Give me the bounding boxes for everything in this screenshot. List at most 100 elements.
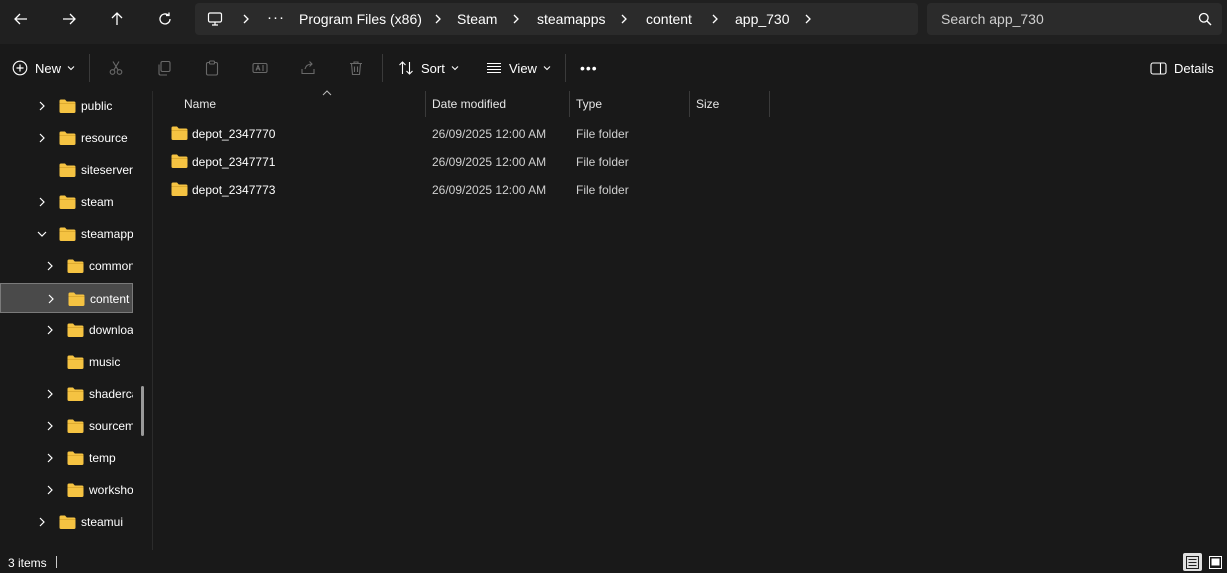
chevron-down-icon	[543, 66, 551, 71]
address-row: ··· Program Files (x86) Steam steamapps …	[0, 0, 1227, 44]
details-button[interactable]: Details	[1150, 56, 1214, 80]
tree-item-temp[interactable]: temp	[0, 443, 150, 473]
breadcrumb-item-program-files[interactable]: Program Files (x86)	[299, 11, 422, 27]
tree-item-steam[interactable]: steam	[0, 187, 150, 217]
folder-icon	[67, 387, 84, 401]
toolbar-divider	[382, 54, 383, 82]
navigation-pane[interactable]: steamui workshop temp sourcemods shadercache…	[0, 91, 153, 550]
chevron-right-icon[interactable]	[45, 389, 55, 399]
column-header-type-label: Type	[576, 97, 603, 111]
folder-icon	[67, 259, 84, 273]
details-label: Details	[1174, 60, 1214, 76]
file-date-modified: 26/09/2025 12:00 AM	[432, 127, 547, 141]
delete-button[interactable]	[348, 56, 364, 80]
share-button[interactable]	[300, 56, 316, 80]
chevron-right-icon[interactable]	[803, 14, 813, 24]
view-list-icon	[487, 62, 501, 74]
new-button[interactable]: New	[12, 56, 75, 80]
chevron-right-icon[interactable]	[511, 14, 521, 24]
tree-item-label: downloading	[89, 323, 133, 337]
cut-button[interactable]	[108, 56, 124, 80]
tree-item-workshop[interactable]: workshop	[0, 475, 150, 505]
tree-item-sourcemods[interactable]: sourcemods	[0, 411, 150, 441]
up-button[interactable]	[102, 5, 132, 33]
chevron-right-icon[interactable]	[45, 325, 55, 335]
column-header-date-label: Date modified	[432, 97, 507, 111]
paste-button[interactable]	[204, 56, 220, 80]
breadcrumb-item-content[interactable]: content	[646, 11, 692, 27]
chevron-right-icon[interactable]	[37, 101, 47, 111]
chevron-right-icon[interactable]	[45, 485, 55, 495]
file-name: depot_2347773	[192, 183, 276, 197]
breadcrumb-item-steamapps[interactable]: steamapps	[537, 11, 605, 27]
chevron-right-icon[interactable]	[45, 261, 55, 271]
large-icons-view-button[interactable]	[1206, 553, 1225, 571]
tree-item-siteserverui[interactable]: siteserverui	[0, 155, 150, 185]
search-box[interactable]: Search app_730	[927, 3, 1222, 35]
details-pane-icon	[1150, 61, 1167, 75]
file-date-modified: 26/09/2025 12:00 AM	[432, 155, 547, 169]
file-row[interactable]: depot_2347771 26/09/2025 12:00 AM File fol…	[165, 149, 765, 175]
copy-button[interactable]	[156, 56, 172, 80]
tree-item-public[interactable]: public	[0, 91, 150, 121]
chevron-right-icon[interactable]	[37, 517, 47, 527]
folder-icon	[59, 131, 76, 145]
folder-icon	[68, 292, 85, 306]
file-type: File folder	[576, 155, 629, 169]
chevron-right-icon[interactable]	[45, 453, 55, 463]
tree-item-resource[interactable]: resource	[0, 123, 150, 153]
tree-item-shadercache[interactable]: shadercache	[0, 379, 150, 409]
sort-icon	[399, 61, 413, 75]
file-name: depot_2347771	[192, 155, 276, 169]
search-icon[interactable]	[1198, 12, 1212, 26]
details-view-button[interactable]	[1183, 553, 1202, 571]
column-header-type[interactable]: Type	[570, 91, 689, 117]
breadcrumb-item-steam[interactable]: Steam	[457, 11, 497, 27]
plus-circle-icon	[12, 60, 28, 76]
address-bar[interactable]: ··· Program Files (x86) Steam steamapps …	[195, 3, 918, 35]
chevron-right-icon[interactable]	[433, 14, 443, 24]
column-header-name[interactable]: Name	[178, 90, 425, 117]
chevron-right-icon[interactable]	[46, 294, 56, 304]
chevron-right-icon[interactable]	[710, 14, 720, 24]
folder-icon	[59, 227, 76, 241]
tree-item-common[interactable]: common	[0, 251, 150, 281]
tree-item-content[interactable]: content	[0, 283, 133, 313]
file-type: File folder	[576, 127, 629, 141]
forward-button[interactable]	[54, 5, 84, 33]
chevron-right-icon[interactable]	[37, 197, 47, 207]
nav-scrollbar-thumb[interactable]	[141, 386, 144, 436]
chevron-right-icon[interactable]	[619, 14, 629, 24]
rename-button[interactable]	[252, 56, 268, 80]
chevron-down-icon[interactable]	[37, 229, 47, 239]
tree-item-label: music	[89, 355, 121, 369]
more-options-button[interactable]: •••	[580, 56, 598, 80]
file-row[interactable]: depot_2347770 26/09/2025 12:00 AM File fol…	[165, 121, 765, 147]
column-divider[interactable]	[769, 91, 770, 117]
trash-icon	[350, 61, 362, 76]
tree-item-steamapps[interactable]: steamapps	[0, 219, 150, 249]
tree-item-music[interactable]: music	[0, 347, 150, 377]
tree-item-downloading[interactable]: downloading	[0, 315, 150, 345]
view-label: View	[509, 60, 537, 76]
tree-item-label: common	[89, 259, 133, 273]
folder-icon	[59, 99, 76, 113]
breadcrumb-item-app-730[interactable]: app_730	[735, 11, 790, 27]
tree-item-steamui[interactable]: steamui	[0, 507, 150, 537]
folder-icon	[59, 195, 76, 209]
folder-icon	[171, 154, 188, 168]
refresh-icon	[159, 12, 171, 25]
search-placeholder[interactable]: Search app_730	[941, 11, 1044, 27]
chevron-right-icon[interactable]	[37, 133, 47, 143]
column-header-size[interactable]: Size	[690, 91, 769, 117]
breadcrumb-overflow[interactable]: ···	[267, 9, 285, 26]
sort-button[interactable]: Sort	[398, 56, 459, 80]
column-header-date[interactable]: Date modified	[426, 91, 569, 117]
refresh-button[interactable]	[150, 5, 180, 33]
view-button[interactable]: View	[486, 56, 551, 80]
back-button[interactable]	[6, 5, 36, 33]
chevron-right-icon[interactable]	[241, 14, 251, 24]
file-row[interactable]: depot_2347773 26/09/2025 12:00 AM File fol…	[165, 177, 765, 203]
computer-icon[interactable]	[207, 11, 223, 27]
chevron-right-icon[interactable]	[45, 421, 55, 431]
